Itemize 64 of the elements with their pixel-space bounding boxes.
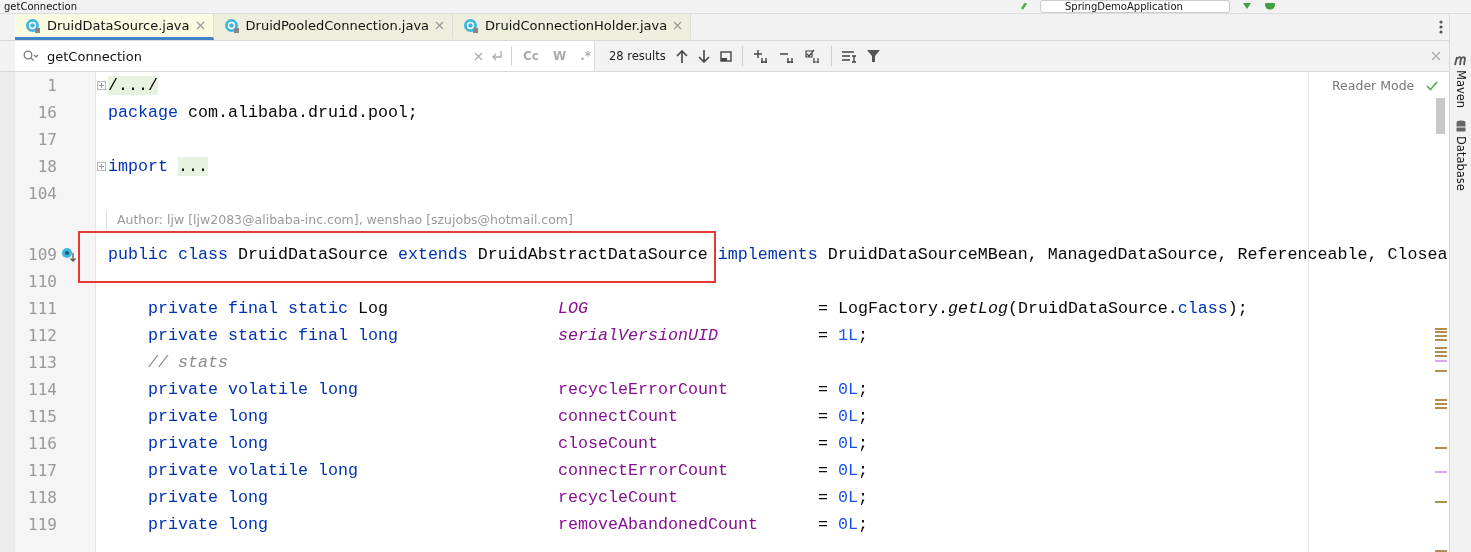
line-number: 110 <box>27 272 57 291</box>
select-all-occurrences-icon[interactable] <box>804 49 821 63</box>
code-line: private volatile long connectErrorCount = 0L; <box>148 461 868 480</box>
file-tab[interactable]: DruidConnectionHolder.java <box>453 14 692 40</box>
java-class-icon <box>463 17 480 34</box>
line-number: 1 <box>46 76 57 95</box>
maven-tool-tab[interactable]: Maven <box>1453 70 1468 109</box>
check-icon <box>1426 80 1439 91</box>
line-number: 113 <box>27 353 57 372</box>
database-icon[interactable] <box>1455 120 1466 133</box>
code-line: public class DruidDataSource extends DruidAbstractDataSource implements DruidDataSourceMBean, ManagedDataSource, Referenceable, Closea <box>108 245 1448 264</box>
author-hint: Author: ljw [ljw2083@alibaba-inc.com], wenshao [szujobs@hotmail.com] <box>106 211 573 229</box>
search-field[interactable]: getConnection Cc W .* <box>15 41 595 71</box>
window-title: getConnection <box>4 0 77 13</box>
file-tab[interactable]: DruidDataSource.java <box>15 14 214 40</box>
java-class-icon <box>223 17 240 34</box>
line-number: 116 <box>27 434 57 453</box>
implements-icon[interactable] <box>61 246 77 263</box>
file-tab[interactable]: DruidPooledConnection.java <box>213 14 454 40</box>
line-number: 16 <box>36 103 57 122</box>
more-icon[interactable] <box>1439 20 1443 34</box>
close-icon[interactable] <box>195 21 205 30</box>
reader-mode-link[interactable]: Reader Mode <box>1332 78 1415 93</box>
code-line: private long connectCount = 0L; <box>148 407 868 426</box>
line-number: 118 <box>27 488 57 507</box>
code-line: private final static Log LOG = LogFactory.getLog(DruidDataSource.class); <box>148 299 1248 318</box>
results-count: 28 results <box>609 49 666 63</box>
run-config-dropdown[interactable]: SpringDemoApplication <box>1040 0 1230 13</box>
arrow-down-icon[interactable] <box>697 49 710 63</box>
code-line: private long recycleCount = 0L; <box>148 488 868 507</box>
line-number: 117 <box>27 461 57 480</box>
code-line: private long removeAbandonedCount = 0L; <box>148 515 868 534</box>
code-comment: // stats <box>148 353 228 372</box>
filter-lines-icon[interactable] <box>841 49 857 63</box>
add-occurrence-icon[interactable] <box>752 49 769 63</box>
run-icon[interactable] <box>1242 3 1252 10</box>
java-class-icon <box>25 17 41 34</box>
clear-icon[interactable] <box>474 51 483 61</box>
line-number: 104 <box>27 184 57 203</box>
database-tool-tab[interactable]: Database <box>1453 136 1468 191</box>
line-number: 119 <box>27 515 57 534</box>
code-line: private long closeCount = 0L; <box>148 434 868 453</box>
fold-toggle-icon[interactable] <box>97 162 106 171</box>
close-icon[interactable] <box>435 21 445 30</box>
code-line: private volatile long recycleErrorCount = 0L; <box>148 380 868 399</box>
window-icon[interactable] <box>719 50 732 62</box>
line-number: 115 <box>27 407 57 426</box>
scrollbar-thumb[interactable] <box>1436 98 1445 134</box>
line-number: 111 <box>27 299 57 318</box>
close-icon[interactable] <box>673 21 683 30</box>
code-line: private static final long serialVersionUID = 1L; <box>148 326 868 345</box>
code-line: import ... <box>108 157 208 176</box>
newline-icon[interactable] <box>491 50 503 62</box>
filter-icon[interactable] <box>866 49 880 63</box>
line-number: 109 <box>27 245 57 264</box>
line-number: 112 <box>27 326 57 345</box>
maven-icon[interactable] <box>1453 54 1468 66</box>
code-line: package com.alibaba.druid.pool; <box>108 103 418 122</box>
search-icon <box>23 50 39 62</box>
fold-toggle-icon[interactable] <box>97 81 106 90</box>
arrow-up-icon[interactable] <box>675 49 688 63</box>
line-number: 17 <box>36 130 57 149</box>
line-number: 18 <box>36 157 57 176</box>
line-number: 114 <box>27 380 57 399</box>
